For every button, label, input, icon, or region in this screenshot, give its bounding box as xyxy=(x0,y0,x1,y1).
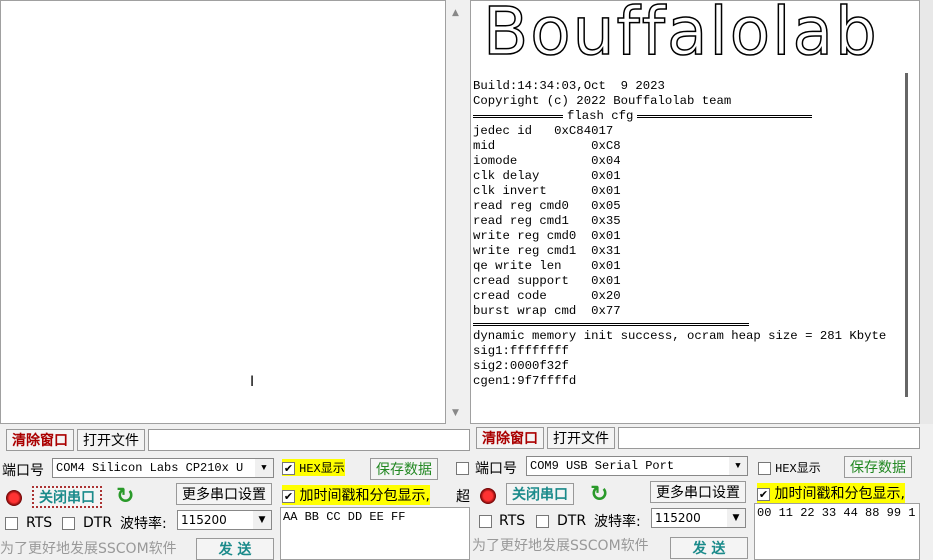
close-port-button[interactable]: 关闭串口 xyxy=(506,483,574,505)
baud-label: 波特率: xyxy=(594,514,641,530)
receive-scrollbar-thumb[interactable] xyxy=(905,73,908,397)
log-line: dynamic memory init success, ocram heap … xyxy=(473,329,887,343)
baud-select[interactable]: 115200 ▼ xyxy=(177,510,272,530)
log-line: sig1:ffffffff xyxy=(473,344,569,358)
port-label: 端口号 xyxy=(2,463,44,479)
rts-label: RTS xyxy=(26,515,53,531)
chevron-down-icon: ▼ xyxy=(727,509,745,527)
log-line: write reg cmd0 0x01 xyxy=(473,229,621,243)
baud-value: 115200 xyxy=(655,511,701,525)
open-file-button[interactable]: 打开文件 xyxy=(547,427,615,449)
file-path-input[interactable] xyxy=(148,429,470,451)
timestamp-toggle[interactable]: ✔ 加时间戳和分包显示, xyxy=(757,483,905,503)
clear-window-button[interactable]: 清除窗口 xyxy=(476,427,544,449)
log-line: clk delay 0x01 xyxy=(473,169,621,183)
timestamp-label: 加时间戳和分包显示, xyxy=(774,486,905,502)
dtr-checkbox[interactable] xyxy=(536,515,549,528)
chevron-down-icon: ▼ xyxy=(729,457,747,475)
hex-label: HEX显示 xyxy=(775,462,821,476)
log-line: write reg cmd1 0x31 xyxy=(473,244,621,258)
port-select[interactable]: COM4 Silicon Labs CP210x U ▼ xyxy=(52,458,274,478)
send-data: 00 11 22 33 44 88 99 1 xyxy=(757,506,916,520)
timestamp-checkbox[interactable]: ✔ xyxy=(282,489,295,503)
baud-label: 波特率: xyxy=(120,516,167,532)
rts-label: RTS xyxy=(499,513,526,529)
hex-display-toggle[interactable]: HEX显示 xyxy=(758,459,821,476)
log-line: read reg cmd0 0x05 xyxy=(473,199,621,213)
hex-display-toggle[interactable]: ✔ HEX显示 xyxy=(282,459,345,476)
port-select[interactable]: COM9 USB Serial Port ▼ xyxy=(526,456,748,476)
log-line: qe write len 0x01 xyxy=(473,259,621,273)
promo-text: 为了更好地发展SSCOM软件 xyxy=(472,538,649,554)
log-line: iomode 0x04 xyxy=(473,154,621,168)
hex-checkbox[interactable]: ✔ xyxy=(282,462,295,475)
left-sscom-panel: I ▲ ▼ 清除窗口 打开文件 端口号 COM4 Silicon Labs CP2… xyxy=(0,0,470,560)
status-led-icon xyxy=(480,488,496,504)
log-line: Build:14:34:03,Oct 9 2023 xyxy=(473,79,665,93)
more-settings-button[interactable]: 更多串口设置 xyxy=(176,483,272,505)
refresh-icon[interactable]: ↻ xyxy=(116,484,134,509)
baud-value: 115200 xyxy=(181,513,227,527)
send-textarea[interactable]: AA BB CC DD EE FF xyxy=(280,507,470,560)
right-sscom-panel: Bouffalolab Build:14:34:03,Oct 9 2023 Co… xyxy=(470,0,933,560)
save-data-button[interactable]: 保存数据 xyxy=(844,456,912,478)
send-textarea[interactable]: 00 11 22 33 44 88 99 1 xyxy=(754,503,920,560)
text-cursor-icon: I xyxy=(250,374,255,390)
log-line: jedec id 0xC84017 xyxy=(473,124,614,138)
receive-textarea[interactable]: Bouffalolab Build:14:34:03,Oct 9 2023 Co… xyxy=(470,0,920,424)
refresh-icon[interactable]: ↻ xyxy=(590,482,608,507)
send-data: AA BB CC DD EE FF xyxy=(283,510,406,524)
timeout-label: 超 xyxy=(456,489,470,505)
port-value: COM4 Silicon Labs CP210x U xyxy=(56,461,244,475)
timestamp-checkbox[interactable]: ✔ xyxy=(757,487,770,501)
more-settings-button[interactable]: 更多串口设置 xyxy=(650,481,746,503)
log-line: cgen1:9f7ffffd xyxy=(473,374,577,388)
log-line: sig2:0000f32f xyxy=(473,359,569,373)
send-button[interactable]: 发 送 xyxy=(670,537,748,559)
rts-checkbox[interactable] xyxy=(5,517,18,530)
open-file-button[interactable]: 打开文件 xyxy=(77,429,145,451)
dtr-label: DTR xyxy=(557,513,587,529)
baud-select[interactable]: 115200 ▼ xyxy=(651,508,746,528)
log-line: mid 0xC8 xyxy=(473,139,621,153)
port-label: 端口号 xyxy=(475,461,517,477)
log-line: Copyright (c) 2022 Bouffalolab team xyxy=(473,94,732,108)
promo-text: 为了更好地发展SSCOM软件 xyxy=(0,541,177,557)
close-port-button[interactable]: 关闭串口 xyxy=(32,486,102,508)
bouffalolab-ascii-logo: Bouffalolab xyxy=(482,0,879,70)
file-path-input[interactable] xyxy=(618,427,920,449)
flash-cfg-header: flash cfg xyxy=(567,109,634,123)
chevron-down-icon: ▼ xyxy=(255,459,273,477)
receive-scrollbar[interactable]: ▲ ▼ xyxy=(448,0,466,424)
log-output: Build:14:34:03,Oct 9 2023 Copyright (c) … xyxy=(473,79,886,389)
log-line: clk invert 0x01 xyxy=(473,184,621,198)
hex-label: HEX显示 xyxy=(299,462,345,476)
log-line: read reg cmd1 0x35 xyxy=(473,214,621,228)
dtr-label: DTR xyxy=(83,515,113,531)
chevron-down-icon: ▼ xyxy=(253,511,271,529)
log-line: burst wrap cmd 0x77 xyxy=(473,304,621,318)
separator xyxy=(473,323,749,326)
timestamp-label: 加时间戳和分包显示, xyxy=(299,488,430,504)
extra-checkbox[interactable] xyxy=(456,462,469,475)
log-line: cread code 0x20 xyxy=(473,289,621,303)
window-edge xyxy=(920,0,933,424)
port-value: COM9 USB Serial Port xyxy=(530,459,675,473)
status-led-icon xyxy=(6,490,22,506)
rts-checkbox[interactable] xyxy=(479,515,492,528)
timestamp-toggle[interactable]: ✔ 加时间戳和分包显示, xyxy=(282,485,430,505)
dtr-checkbox[interactable] xyxy=(62,517,75,530)
receive-textarea[interactable] xyxy=(0,0,446,424)
save-data-button[interactable]: 保存数据 xyxy=(370,458,438,480)
log-line: cread support 0x01 xyxy=(473,274,621,288)
send-button[interactable]: 发 送 xyxy=(196,538,274,560)
clear-window-button[interactable]: 清除窗口 xyxy=(6,429,74,451)
hex-checkbox[interactable] xyxy=(758,462,771,475)
